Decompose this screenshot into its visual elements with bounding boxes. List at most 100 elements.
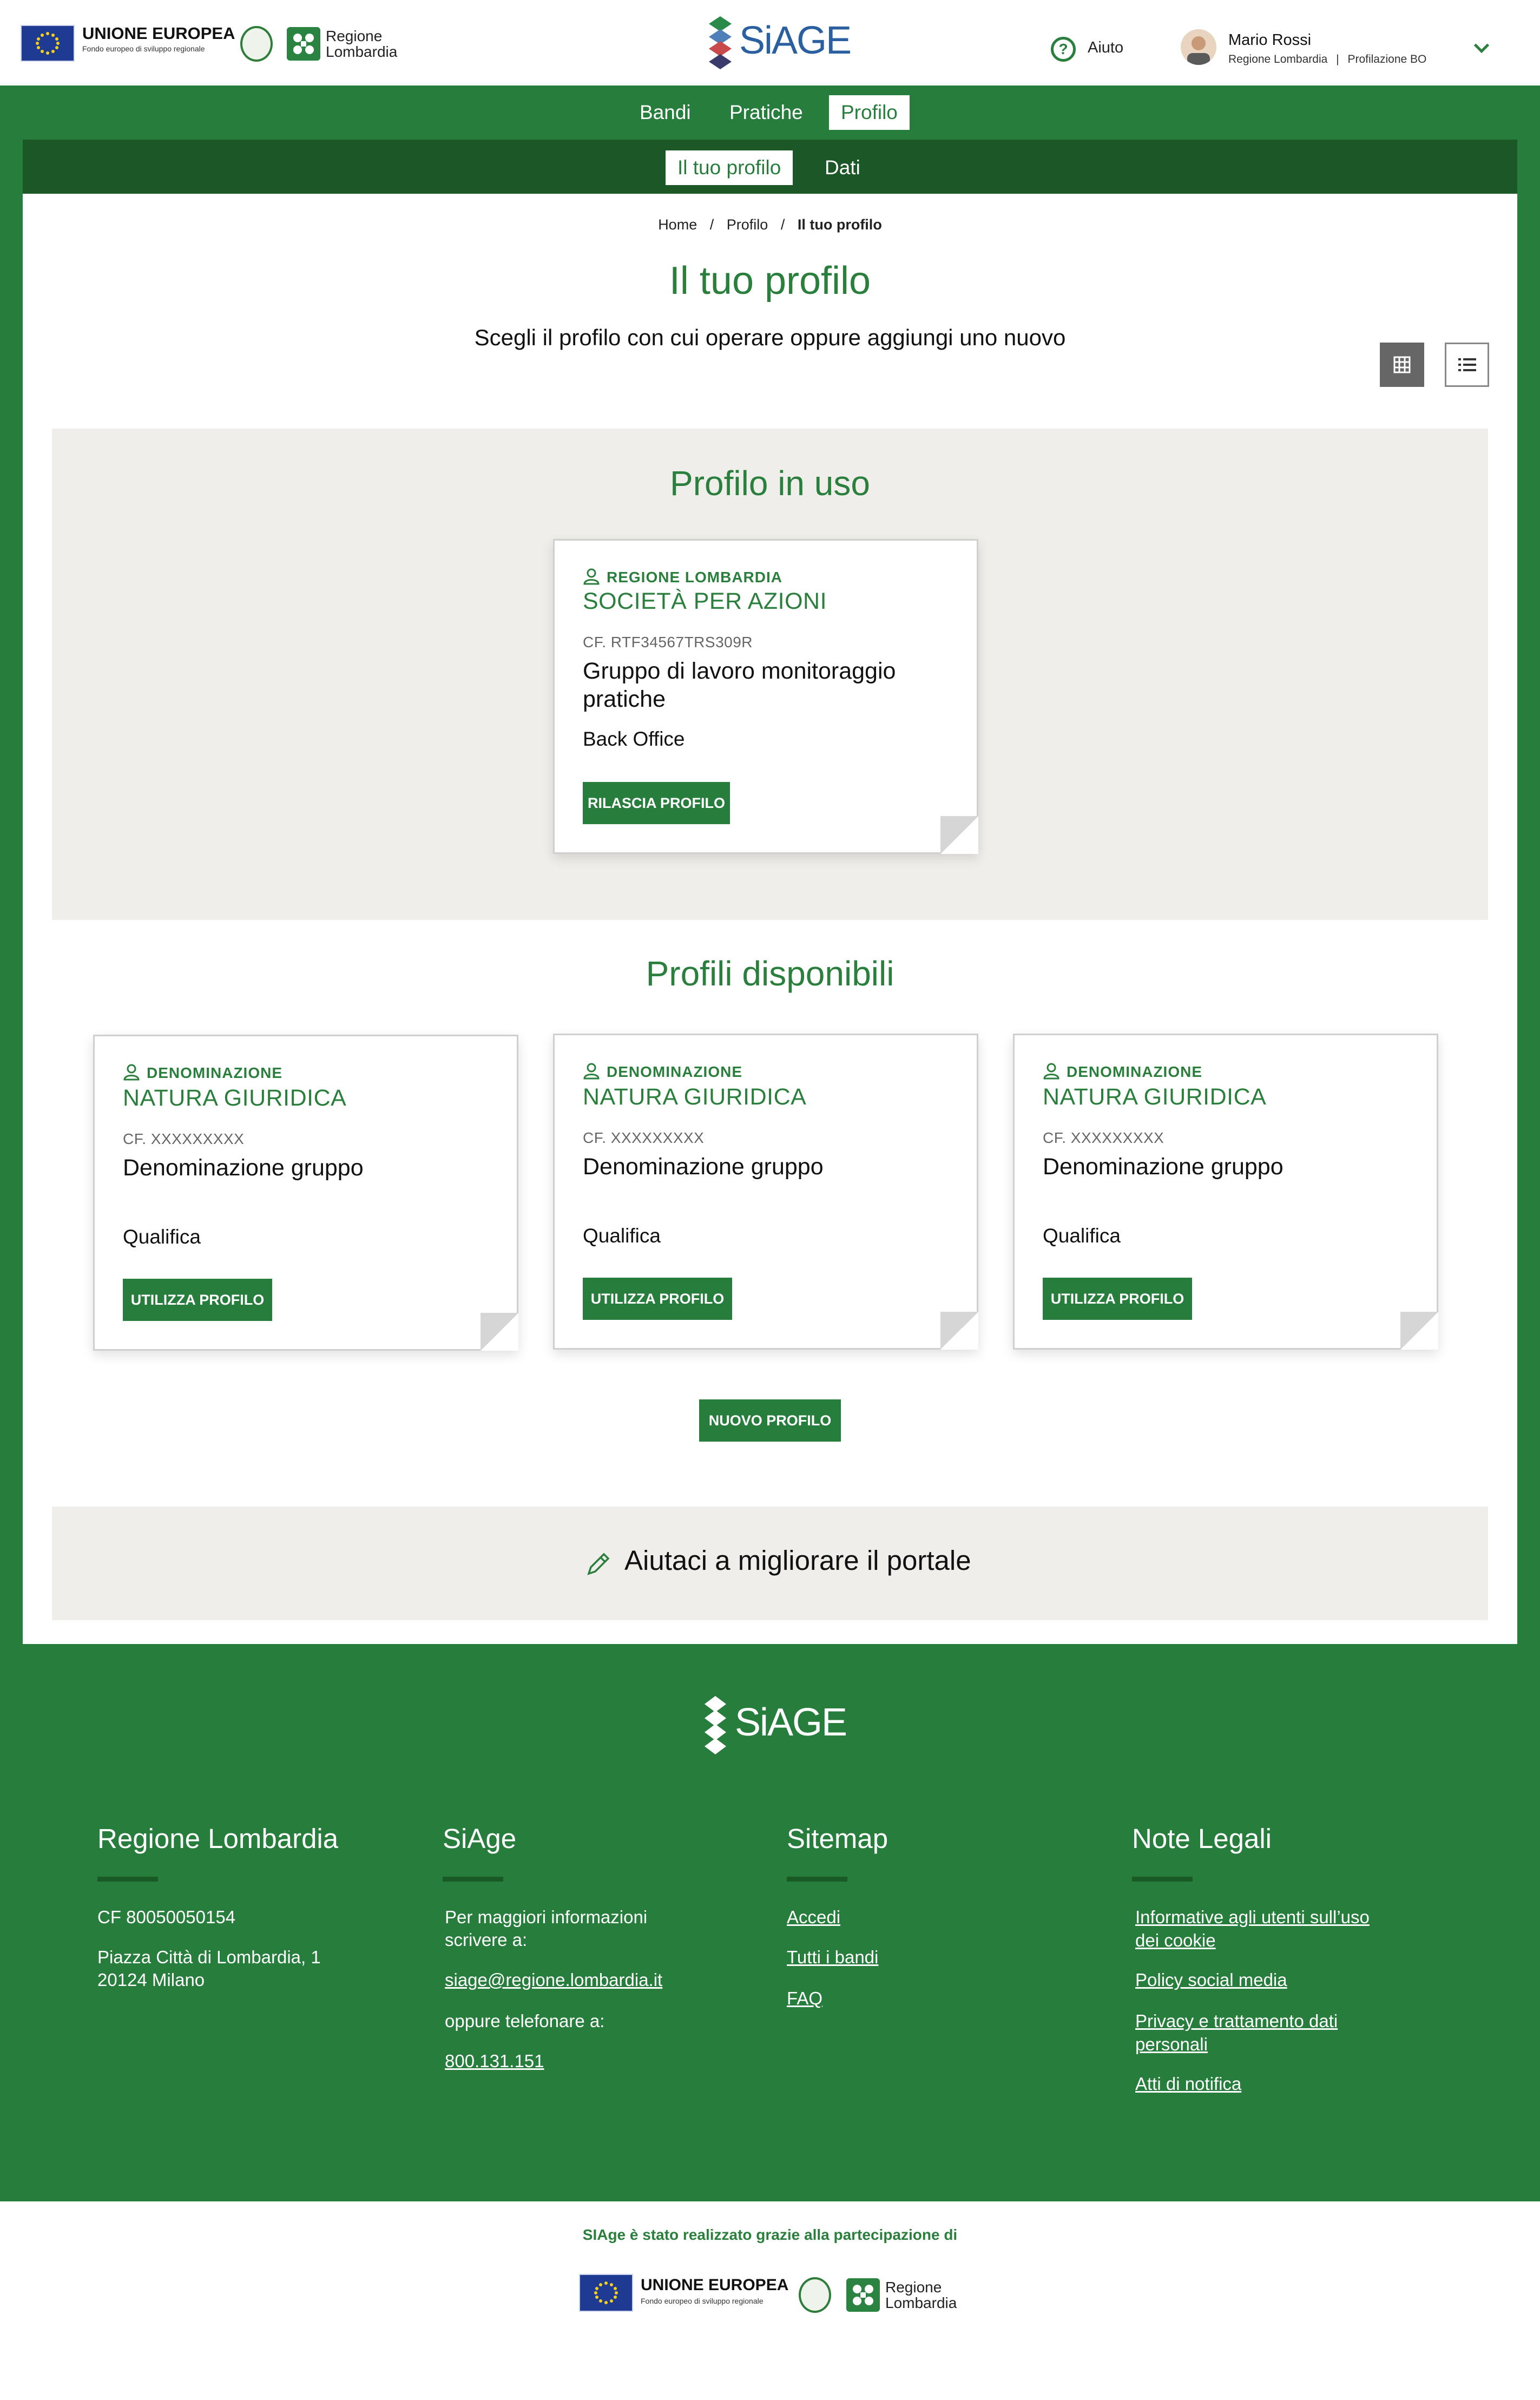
feedback-bar[interactable]: Aiutaci a migliorare il portale	[52, 1507, 1488, 1620]
eu-sublabel: Fondo europeo di sviluppo regionale	[82, 44, 205, 53]
app-name[interactable]: SiAGE	[739, 18, 852, 63]
card-role: Qualifica	[583, 1225, 661, 1247]
card-group: Denominazione gruppo	[1043, 1154, 1284, 1180]
footer-phone-link[interactable]: 800.131.151	[445, 2050, 544, 2073]
card-cf: CF. XXXXXXXXX	[1043, 1129, 1164, 1146]
footer-link-cookie[interactable]: Informative agli utenti sull’uso dei coo…	[1135, 1906, 1370, 1952]
card-org-label: DENOMINAZIONE	[147, 1064, 282, 1081]
sub-nav: Il tuo profilo Dati	[23, 140, 1517, 194]
breadcrumb-current: Il tuo profilo	[797, 216, 882, 233]
card-legal-form: NATURA GIURIDICA	[1043, 1084, 1267, 1110]
footer-siage-logo-icon	[703, 1696, 727, 1754]
use-profile-button[interactable]: UTILIZZA PROFILO	[583, 1278, 732, 1320]
footer-link-social-policy[interactable]: Policy social media	[1135, 1969, 1287, 1992]
user-org: Regione Lombardia	[1228, 53, 1328, 65]
regione-lombardia-logo-icon	[846, 2278, 880, 2312]
footer-app-name: SiAGE	[735, 1701, 847, 1744]
card-folded-corner	[940, 1312, 978, 1350]
footer-address-line1: Piazza Città di Lombardia, 1	[97, 1947, 321, 1967]
card-org-label: REGIONE LOMBARDIA	[607, 568, 782, 586]
available-profile-card: DENOMINAZIONE NATURA GIURIDICA CF. XXXXX…	[553, 1034, 978, 1350]
footer-phone-label: oppure telefonare a:	[445, 2011, 605, 2031]
breadcrumb-profilo[interactable]: Profilo	[727, 216, 768, 233]
card-role: Qualifica	[1043, 1225, 1121, 1247]
footer-link-tutti-i-bandi[interactable]: Tutti i bandi	[787, 1946, 878, 1969]
footer-link-cookie-line1[interactable]: Informative agli utenti sull’uso	[1135, 1907, 1370, 1927]
rl-label-line1: Regione	[326, 28, 383, 44]
breadcrumb-separator: /	[780, 216, 785, 233]
sponsor-eu-sublabel: Fondo europeo di sviluppo regionale	[641, 2297, 764, 2305]
rl-label-line2: Lombardia	[326, 43, 398, 61]
user-avatar[interactable]	[1181, 29, 1216, 65]
card-org: DENOMINAZIONE	[583, 1062, 742, 1083]
footer-link-cookie-line2[interactable]: dei cookie	[1135, 1930, 1216, 1950]
footer-cf: CF 80050050154	[97, 1907, 236, 1927]
footer-info-line2: scrivere a:	[445, 1930, 528, 1950]
card-folded-corner	[481, 1313, 518, 1351]
footer-link-faq[interactable]: FAQ	[787, 1987, 822, 2010]
card-org: DENOMINAZIONE	[1043, 1062, 1202, 1083]
tab-dati[interactable]: Dati	[813, 150, 872, 185]
main-nav: Bandi Pratiche Profilo	[0, 86, 1540, 140]
footer-link-privacy-line2[interactable]: personali	[1135, 2034, 1208, 2054]
nav-item-bandi[interactable]: Bandi	[628, 95, 703, 130]
card-group: Denominazione gruppo	[583, 1154, 824, 1180]
use-profile-button[interactable]: UTILIZZA PROFILO	[123, 1279, 272, 1321]
footer-col-title: SiAge	[443, 1823, 517, 1854]
sponsor-eu-label: UNIONE EUROPEA	[641, 2276, 789, 2294]
user-icon	[583, 568, 600, 589]
sponsor-strip: SIAge è stato realizzato grazie alla par…	[0, 2201, 1540, 2400]
footer-col-title: Regione Lombardia	[97, 1823, 339, 1854]
feedback-label[interactable]: Aiutaci a migliorare il portale	[624, 1544, 971, 1576]
breadcrumb-home[interactable]: Home	[658, 216, 697, 233]
italian-republic-emblem-icon	[799, 2277, 831, 2313]
card-role: Qualifica	[123, 1226, 201, 1248]
page-subtitle: Scegli il profilo con cui operare oppure…	[474, 325, 1066, 350]
user-name[interactable]: Mario Rossi	[1228, 31, 1311, 49]
use-profile-button[interactable]: UTILIZZA PROFILO	[1043, 1278, 1192, 1320]
card-role: Back Office	[583, 728, 685, 750]
release-profile-button[interactable]: RILASCIA PROFILO	[583, 782, 730, 824]
nav-item-pratiche[interactable]: Pratiche	[718, 95, 815, 130]
footer-link-accedi[interactable]: Accedi	[787, 1906, 840, 1929]
list-view-button[interactable]	[1445, 343, 1489, 387]
card-legal-form: NATURA GIURIDICA	[123, 1085, 347, 1111]
eu-flag-icon	[579, 2274, 633, 2312]
tab-il-tuo-profilo[interactable]: Il tuo profilo	[666, 150, 793, 185]
grid-icon	[1393, 356, 1411, 373]
card-cf: CF. XXXXXXXXX	[123, 1130, 245, 1147]
help-link[interactable]: Aiuto	[1088, 39, 1123, 57]
help-icon[interactable]: ?	[1051, 37, 1076, 62]
card-legal-form: NATURA GIURIDICA	[583, 1084, 807, 1110]
regione-lombardia-label: Regione Lombardia	[326, 28, 397, 60]
user-role: Profilazione BO	[1347, 53, 1427, 65]
nav-item-profilo[interactable]: Profilo	[829, 95, 910, 130]
card-group: Denominazione gruppo	[123, 1155, 364, 1181]
footer-title-rule	[443, 1877, 503, 1882]
chevron-down-icon[interactable]	[1473, 37, 1490, 54]
grid-view-button[interactable]	[1380, 343, 1424, 387]
user-meta: Regione Lombardia | Profilazione BO	[1228, 53, 1426, 66]
footer-email-link[interactable]: siage@regione.lombardia.it	[445, 1969, 662, 1992]
user-icon	[1043, 1062, 1060, 1083]
new-profile-button[interactable]: NUOVO PROFILO	[699, 1399, 841, 1442]
footer: SiAGE Regione Lombardia CF 80050050154 P…	[0, 1644, 1540, 2201]
footer-col-title: Note Legali	[1132, 1823, 1272, 1854]
footer-link-privacy-line1[interactable]: Privacy e trattamento dati	[1135, 2011, 1338, 2031]
card-cf: CF. XXXXXXXXX	[583, 1129, 705, 1146]
card-org-label: DENOMINAZIONE	[1067, 1063, 1202, 1080]
siage-logo-icon[interactable]	[708, 16, 733, 69]
card-org: REGIONE LOMBARDIA	[583, 568, 782, 589]
footer-link-privacy[interactable]: Privacy e trattamento dati personali	[1135, 2010, 1338, 2056]
card-cf: CF. RTF34567TRS309R	[583, 634, 753, 650]
top-header: UNIONE EUROPEA Fondo europeo di sviluppo…	[0, 0, 1540, 86]
current-profile-title: Profilo in uso	[670, 464, 870, 503]
sponsor-rl-label: Regione Lombardia	[885, 2279, 957, 2311]
italian-republic-emblem-icon	[240, 26, 273, 62]
user-icon	[123, 1063, 140, 1084]
available-profile-card: DENOMINAZIONE NATURA GIURIDICA CF. XXXXX…	[93, 1035, 518, 1351]
footer-address-line2: 20124 Milano	[97, 1970, 205, 1990]
footer-link-notifica[interactable]: Atti di notifica	[1135, 2073, 1241, 2096]
page-frame-left	[0, 140, 23, 1644]
available-profile-card: DENOMINAZIONE NATURA GIURIDICA CF. XXXXX…	[1013, 1034, 1438, 1350]
